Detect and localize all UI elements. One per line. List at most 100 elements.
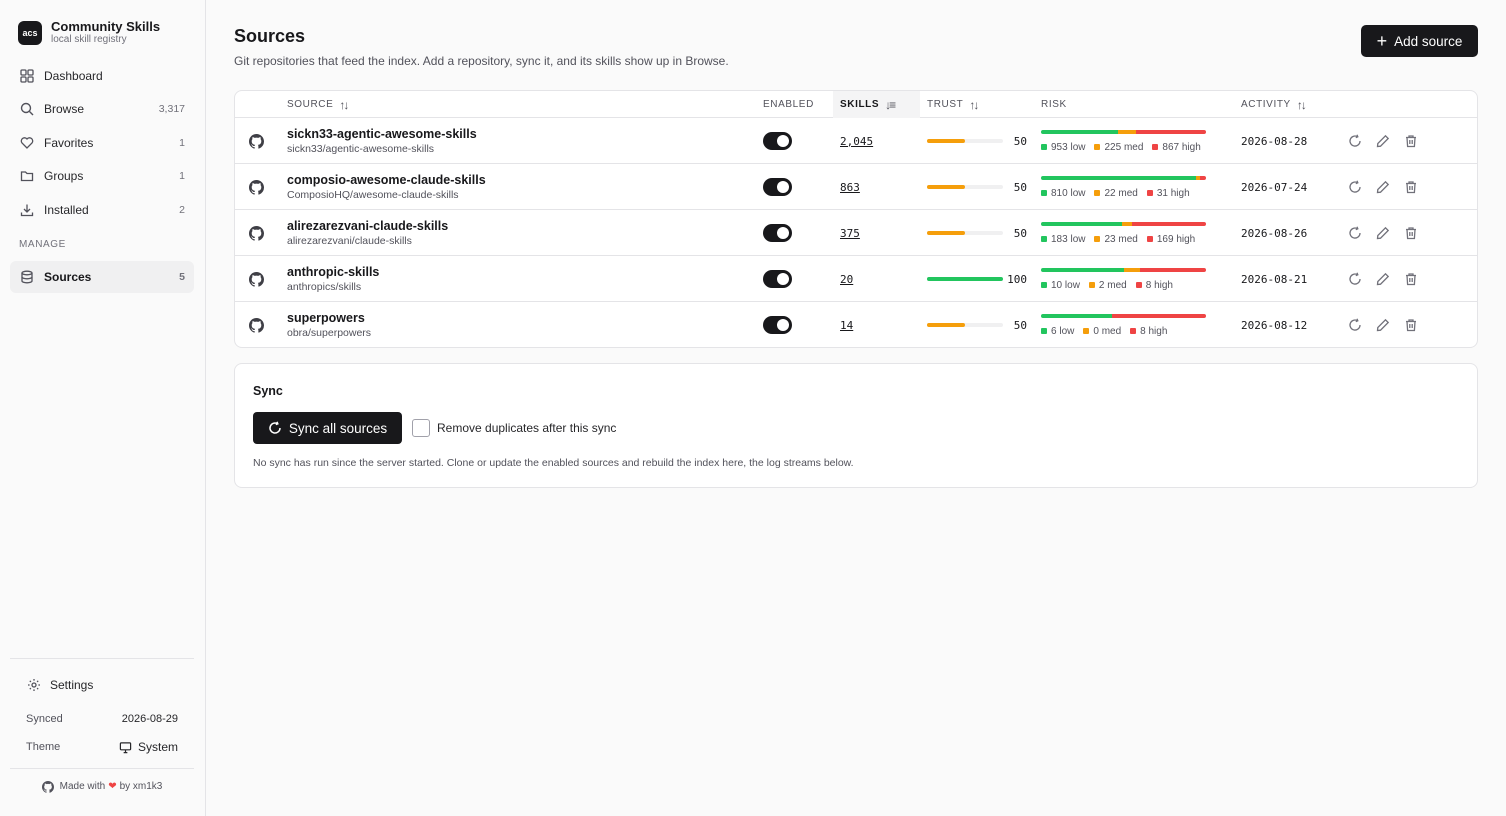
table-row[interactable]: composio-awesome-claude-skills ComposioHQ… <box>235 164 1477 210</box>
delete-source-icon[interactable] <box>1397 265 1425 293</box>
column-header-activity[interactable]: ACTIVITY ↑↓ <box>1241 91 1307 118</box>
enabled-toggle[interactable] <box>763 256 792 302</box>
skills-count-link[interactable]: 375 <box>840 210 860 256</box>
sync-source-icon[interactable] <box>1341 219 1369 247</box>
delete-source-icon[interactable] <box>1397 219 1425 247</box>
toggle-switch[interactable] <box>763 224 792 242</box>
sidebar-item-label: Sources <box>44 269 92 284</box>
source-repo: ComposioHQ/awesome-claude-skills <box>287 188 459 201</box>
sidebar-item-count: 3,317 <box>158 103 185 116</box>
column-header-trust[interactable]: TRUST ↑↓ <box>927 91 979 118</box>
table-row[interactable]: sickn33-agentic-awesome-skills sickn33/ag… <box>235 118 1477 164</box>
trust-bar-fill <box>927 277 1003 281</box>
source-cell[interactable]: superpowers obra/superpowers <box>287 302 371 347</box>
sidebar-item-label: Favorites <box>44 135 94 150</box>
theme-value: System <box>137 740 178 754</box>
refresh-icon <box>268 421 282 435</box>
toggle-switch[interactable] <box>763 270 792 288</box>
sync-all-button[interactable]: Sync all sources <box>253 412 402 444</box>
risk-bar <box>1041 313 1206 318</box>
trust-value: 50 <box>1013 318 1027 332</box>
skills-count-link[interactable]: 2,045 <box>840 118 873 164</box>
sidebar-item-browse[interactable]: Browse 3,317 <box>10 93 194 125</box>
gear-icon <box>26 677 42 693</box>
remove-duplicates-label[interactable]: Remove duplicates after this sync <box>437 421 616 435</box>
source-name: superpowers <box>287 310 365 325</box>
toggle-switch[interactable] <box>763 178 792 196</box>
risk-cell: 953 low 225 med 867 high <box>1041 118 1221 164</box>
brand[interactable]: acs Community Skills local skill registr… <box>18 20 160 46</box>
row-actions <box>1341 210 1425 256</box>
page-title: Sources <box>234 26 306 46</box>
activity-date: 2026-08-21 <box>1241 272 1308 286</box>
risk-med: 22 med <box>1094 188 1138 199</box>
source-repo: alirezarezvani/claude-skills <box>287 234 412 247</box>
source-cell[interactable]: composio-awesome-claude-skills ComposioHQ… <box>287 164 486 210</box>
risk-bar <box>1041 129 1206 134</box>
edit-source-icon[interactable] <box>1369 265 1397 293</box>
trust-bar-fill <box>927 323 965 327</box>
heart-icon <box>19 135 35 151</box>
remove-duplicates-checkbox[interactable] <box>412 419 430 437</box>
delete-source-icon[interactable] <box>1397 127 1425 155</box>
sort-icon: ↑↓ <box>1296 97 1307 112</box>
monitor-icon <box>119 741 132 754</box>
sort-icon: ↑↓ <box>969 97 979 112</box>
heart-icon: ❤ <box>108 781 117 792</box>
edit-source-icon[interactable] <box>1369 127 1397 155</box>
risk-bar <box>1041 267 1206 272</box>
toggle-switch[interactable] <box>763 132 792 150</box>
sync-source-icon[interactable] <box>1341 173 1369 201</box>
synced-value: 2026-08-29 <box>121 713 178 725</box>
risk-med: 23 med <box>1094 234 1138 245</box>
delete-source-icon[interactable] <box>1397 173 1425 201</box>
trust-cell: 50 <box>927 302 1027 347</box>
source-cell[interactable]: alirezarezvani-claude-skills alirezarezva… <box>287 210 448 256</box>
skills-count-link[interactable]: 20 <box>840 256 853 302</box>
source-name: anthropic-skills <box>287 264 380 279</box>
toggle-switch[interactable] <box>763 316 792 334</box>
sidebar-item-groups[interactable]: Groups 1 <box>10 160 194 192</box>
sort-desc-icon: ↓≡ <box>885 97 896 112</box>
enabled-toggle[interactable] <box>763 210 792 256</box>
enabled-toggle[interactable] <box>763 164 792 210</box>
enabled-toggle[interactable] <box>763 302 792 347</box>
add-source-button[interactable]: + Add source <box>1361 25 1478 57</box>
activity-date: 2026-07-24 <box>1241 180 1308 194</box>
settings-button[interactable]: Settings <box>10 665 194 705</box>
delete-source-icon[interactable] <box>1397 311 1425 339</box>
risk-bar-low <box>1041 267 1124 272</box>
sidebar-item-installed[interactable]: Installed 2 <box>10 194 194 226</box>
skills-count-link[interactable]: 863 <box>840 164 860 210</box>
table-row[interactable]: superpowers obra/superpowers 14 50 6 low 0 me… <box>235 302 1477 347</box>
edit-source-icon[interactable] <box>1369 219 1397 247</box>
enabled-toggle[interactable] <box>763 118 792 164</box>
sidebar-item-sources[interactable]: Sources 5 <box>10 260 194 293</box>
made-with-credit[interactable]: Made with ❤ by xm1k3 <box>10 768 194 804</box>
sync-all-label: Sync all sources <box>288 420 388 436</box>
sync-source-icon[interactable] <box>1341 311 1369 339</box>
table-row[interactable]: alirezarezvani-claude-skills alirezarezva… <box>235 210 1477 256</box>
risk-bar <box>1041 175 1206 180</box>
column-header-source[interactable]: SOURCE ↑↓ <box>287 91 349 118</box>
source-cell[interactable]: anthropic-skills anthropics/skills <box>287 256 379 302</box>
row-actions <box>1341 302 1425 347</box>
risk-med: 0 med <box>1083 326 1121 337</box>
table-row[interactable]: anthropic-skills anthropics/skills 20 100 10… <box>235 256 1477 302</box>
theme-toggle[interactable]: System <box>119 740 178 754</box>
sync-source-icon[interactable] <box>1341 265 1369 293</box>
edit-source-icon[interactable] <box>1369 173 1397 201</box>
skills-count-link[interactable]: 14 <box>840 302 853 347</box>
sidebar-item-dashboard[interactable]: Dashboard <box>10 60 194 92</box>
risk-bar-low <box>1041 175 1196 180</box>
trust-value: 50 <box>1013 180 1027 194</box>
source-cell[interactable]: sickn33-agentic-awesome-skills sickn33/ag… <box>287 118 477 164</box>
risk-cell: 183 low 23 med 169 high <box>1041 210 1221 256</box>
column-header-skills[interactable]: SKILLS ↓≡ <box>833 91 920 118</box>
risk-bar-med <box>1117 129 1137 134</box>
edit-source-icon[interactable] <box>1369 311 1397 339</box>
sidebar-item-favorites[interactable]: Favorites 1 <box>10 127 194 159</box>
activity-date: 2026-08-12 <box>1241 318 1308 332</box>
sync-source-icon[interactable] <box>1341 127 1369 155</box>
sidebar-item-count: 5 <box>179 270 185 283</box>
